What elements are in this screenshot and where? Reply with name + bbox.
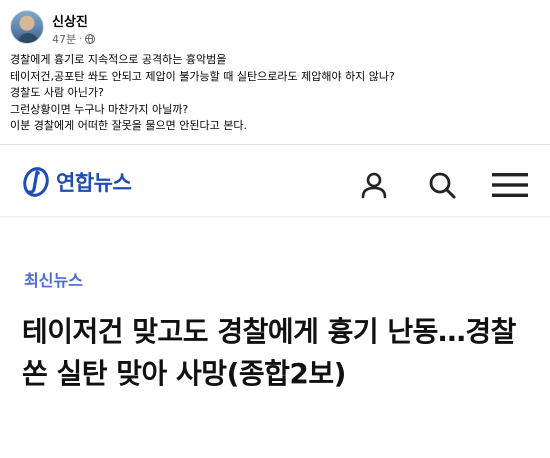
post-body: 경찰에게 흉기로 지속적으로 공격하는 흉악범을 테이저건,공포탄 쏴도 안되고… bbox=[10, 52, 540, 135]
globe-icon bbox=[85, 34, 96, 44]
post-line: 이분 경찰에게 어떠한 잘못을 물으면 안된다고 본다. bbox=[10, 119, 247, 132]
post-line: 테이저건,공포탄 쏴도 안되고 제압이 불가능할 때 실탄으로라도 제압해야 하… bbox=[10, 69, 395, 83]
news-headline[interactable]: 테이저건 맞고도 경찰에게 흉기 난동…경찰 쏜 실탄 맞아 사망(종합2보) bbox=[22, 311, 522, 395]
yonhap-logo-icon bbox=[23, 167, 49, 197]
post-author[interactable]: 신상진 bbox=[52, 11, 88, 30]
facebook-post: 신상진 47분 · 경찰에게 흉기로 지속적으로 공격하는 흉악범을 테이저건,… bbox=[0, 0, 550, 144]
news-preview[interactable]: 연합뉴스 최신뉴스 테이저건 맞고도 경찰에게 흉기 난동…경찰 쏜 실탄 맞아… bbox=[0, 145, 550, 458]
yonhap-logo[interactable]: 연합뉴스 bbox=[22, 165, 132, 199]
search-icon[interactable] bbox=[424, 167, 460, 203]
menu-icon[interactable] bbox=[492, 167, 528, 203]
news-header: 연합뉴스 bbox=[0, 145, 550, 217]
post-line: 그런상황이면 누구나 마찬가지 아닐까? bbox=[10, 102, 189, 116]
author-avatar[interactable] bbox=[10, 10, 44, 44]
logo-text: 연합뉴스 bbox=[56, 171, 132, 195]
meta-separator: · bbox=[79, 33, 83, 45]
news-category[interactable]: 최신뉴스 bbox=[24, 267, 83, 291]
post-time[interactable]: 47분 bbox=[52, 31, 76, 47]
post-line: 경찰에게 흉기로 지속적으로 공격하는 흉악범을 bbox=[10, 53, 227, 66]
post-meta: 47분 · bbox=[52, 31, 96, 47]
user-icon[interactable] bbox=[356, 167, 392, 203]
post-line: 경찰도 사람 아닌가? bbox=[10, 86, 104, 99]
